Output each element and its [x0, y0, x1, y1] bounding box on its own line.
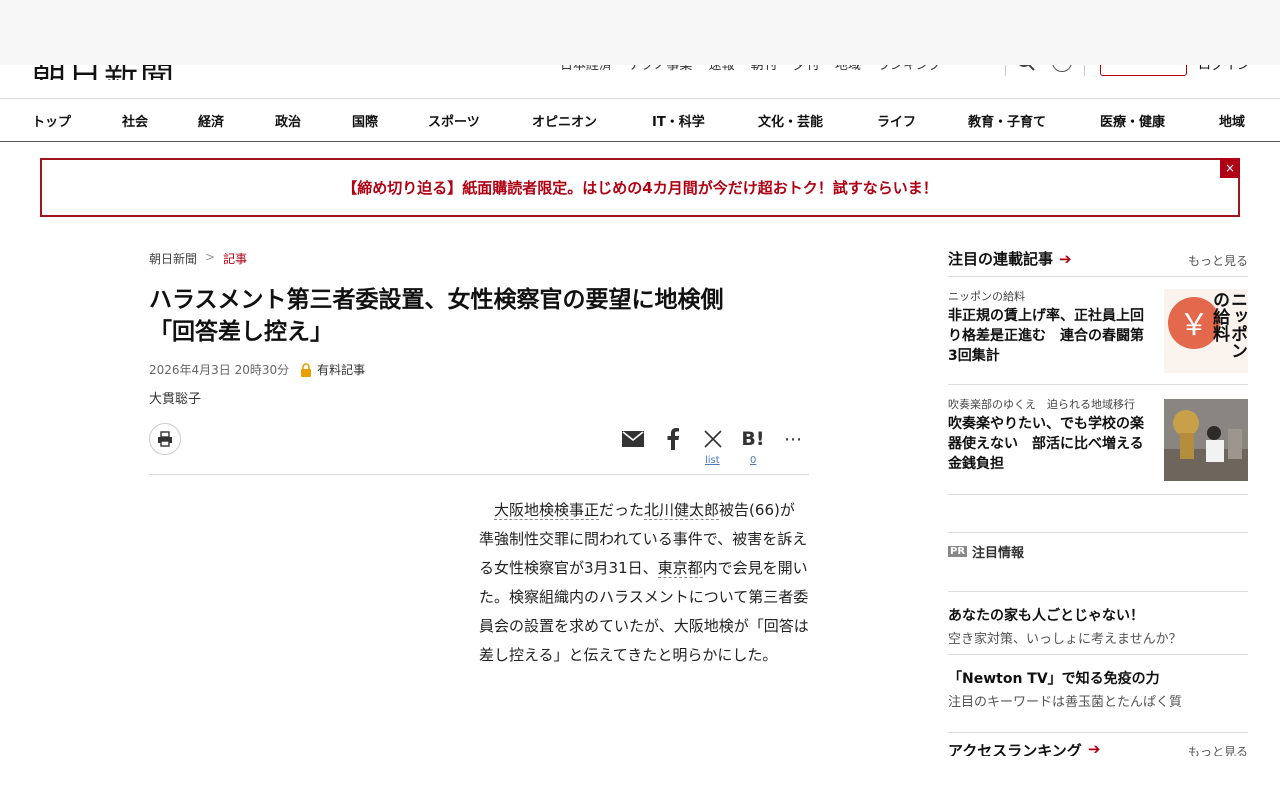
article-body: 大阪地検検事正だった北川健太郎被告(66)が準強制性交罪に問われている事件で、被…: [479, 496, 809, 670]
band-photo-thumbnail: [1164, 399, 1248, 481]
breadcrumb-separator: >: [205, 250, 216, 264]
facebook-icon: [667, 428, 679, 450]
nav-item-health[interactable]: 医療・健康: [1100, 111, 1165, 130]
promo-banner[interactable]: 【締め切り迫る】紙面購読者限定。はじめの4カ月間が今だけ超おトク！試すならいま！…: [40, 158, 1240, 217]
nav-item-region[interactable]: 地域: [1219, 111, 1245, 130]
nav-item-international[interactable]: 国際: [352, 111, 378, 130]
series-heading-text: 注目の連載記事: [948, 250, 1054, 268]
promo-text[interactable]: 【締め切り迫る】紙面購読者限定。はじめの4カ月間が今だけ超おトク！試すならいま！: [342, 177, 937, 198]
divider: [948, 532, 1248, 533]
nav-item-sports[interactable]: スポーツ: [428, 111, 480, 130]
arrow-right-icon: ➔: [1059, 249, 1072, 268]
nav-item-society[interactable]: 社会: [122, 111, 148, 130]
card-series-label[interactable]: 吹奏楽部のゆくえ 迫られる地域移行: [948, 396, 1135, 412]
arrow-right-icon: ➔: [1087, 740, 1101, 756]
breadcrumb-home[interactable]: 朝日新聞: [149, 250, 197, 267]
headline-line-2: 「回答差し控え」: [149, 319, 333, 345]
category-nav: トップ 社会 経済 政治 国際 スポーツ オピニオン IT・科学 文化・芸能 ラ…: [0, 98, 1280, 142]
breadcrumb: 朝日新聞 > 記事: [149, 250, 247, 267]
print-icon: [158, 431, 172, 447]
card-thumbnail[interactable]: [1164, 399, 1248, 481]
divider: [948, 732, 1248, 733]
print-button[interactable]: [149, 423, 181, 455]
svg-text:￥: ￥: [1179, 308, 1209, 343]
publish-date: 2026年4月3日 20時30分: [149, 363, 290, 377]
nav-item-life[interactable]: ライフ: [877, 111, 916, 130]
browser-top-strip: [0, 0, 1280, 65]
headline-line-1: ハラスメント第三者委設置、女性検察官の要望に地検側: [149, 287, 724, 313]
more-dots-icon: ⋯: [784, 428, 802, 450]
ranking-heading-text: アクセスランキング: [948, 742, 1082, 756]
divider: [948, 276, 1248, 277]
keyword-link[interactable]: 東京都: [657, 559, 703, 578]
x-icon: [704, 430, 722, 448]
keyword-link[interactable]: 大阪地検検事正: [494, 501, 600, 520]
viewport-bottom-mask: [0, 756, 1280, 800]
card-series-label[interactable]: ニッポンの給料: [948, 288, 1025, 304]
article-meta: 2026年4月3日 20時30分 有料記事: [149, 361, 365, 378]
more-link[interactable]: もっと見る: [1188, 743, 1248, 756]
divider: [948, 494, 1248, 495]
body-text-segment: だった: [599, 501, 645, 519]
divider: [948, 654, 1248, 655]
card-thumbnail[interactable]: ￥ ニッポンの給料: [1164, 289, 1248, 373]
pr-heading-text: 注目情報: [972, 546, 1025, 561]
nav-item-culture[interactable]: 文化・芸能: [758, 111, 823, 130]
facebook-share-button[interactable]: [660, 426, 686, 452]
article-author[interactable]: 大貫聡子: [149, 388, 201, 407]
hatena-bookmark-icon: B!: [741, 428, 765, 450]
hatena-bookmark-button[interactable]: B!: [740, 426, 766, 452]
series-section-heading[interactable]: 注目の連載記事 ➔: [948, 248, 1072, 269]
pr-item-title[interactable]: あなたの家も人ごとじゃない！: [948, 605, 1144, 625]
paid-badge: 有料記事: [299, 361, 365, 378]
lock-icon: [301, 362, 312, 377]
hatena-bookmark-count[interactable]: 0: [750, 455, 756, 466]
x-share-count[interactable]: list: [705, 455, 720, 466]
card-title[interactable]: 吹奏楽やりたい、でも学校の楽器使えない 部活に比べ増える金銭負担: [948, 414, 1153, 474]
pr-item-subtitle[interactable]: 注目のキーワードは善玉菌とたんぱく質: [948, 691, 1182, 710]
keyword-link[interactable]: 北川健太郎: [644, 501, 720, 520]
paid-label: 有料記事: [317, 363, 366, 377]
close-icon[interactable]: ×: [1220, 158, 1240, 178]
pr-badge: PR: [948, 546, 968, 557]
ranking-section-heading[interactable]: アクセスランキング ➔: [948, 740, 1100, 756]
more-link[interactable]: もっと見る: [1188, 252, 1248, 269]
nav-item-top[interactable]: トップ: [32, 111, 71, 130]
thumbnail-text: ニッポンの給料: [1209, 291, 1247, 359]
nav-item-it-science[interactable]: IT・科学: [652, 111, 705, 130]
share-bar: list B! 0 ⋯: [149, 420, 809, 475]
mail-icon: [622, 431, 644, 447]
nav-item-economy[interactable]: 経済: [198, 111, 224, 130]
divider: [948, 591, 1248, 592]
article-headline: ハラスメント第三者委設置、女性検察官の要望に地検側 「回答差し控え」: [149, 284, 809, 348]
divider: [948, 384, 1248, 385]
x-share-button[interactable]: [700, 426, 726, 452]
more-share-button[interactable]: ⋯: [780, 426, 806, 452]
mail-share-button[interactable]: [620, 426, 646, 452]
nav-item-opinion[interactable]: オピニオン: [532, 111, 597, 130]
pr-section-heading: PR 注目情報: [948, 542, 1024, 561]
nav-item-education[interactable]: 教育・子育て: [968, 111, 1046, 130]
breadcrumb-current[interactable]: 記事: [223, 250, 247, 267]
pr-item-title[interactable]: 「Newton TV」で知る免疫の力: [948, 668, 1160, 688]
nav-item-politics[interactable]: 政治: [275, 111, 301, 130]
pr-item-subtitle[interactable]: 空き家対策、いっしょに考えませんか？: [948, 628, 1182, 647]
card-title[interactable]: 非正規の賃上げ率、正社員上回り格差是正進む 連合の春闘第3回集計: [948, 306, 1153, 366]
